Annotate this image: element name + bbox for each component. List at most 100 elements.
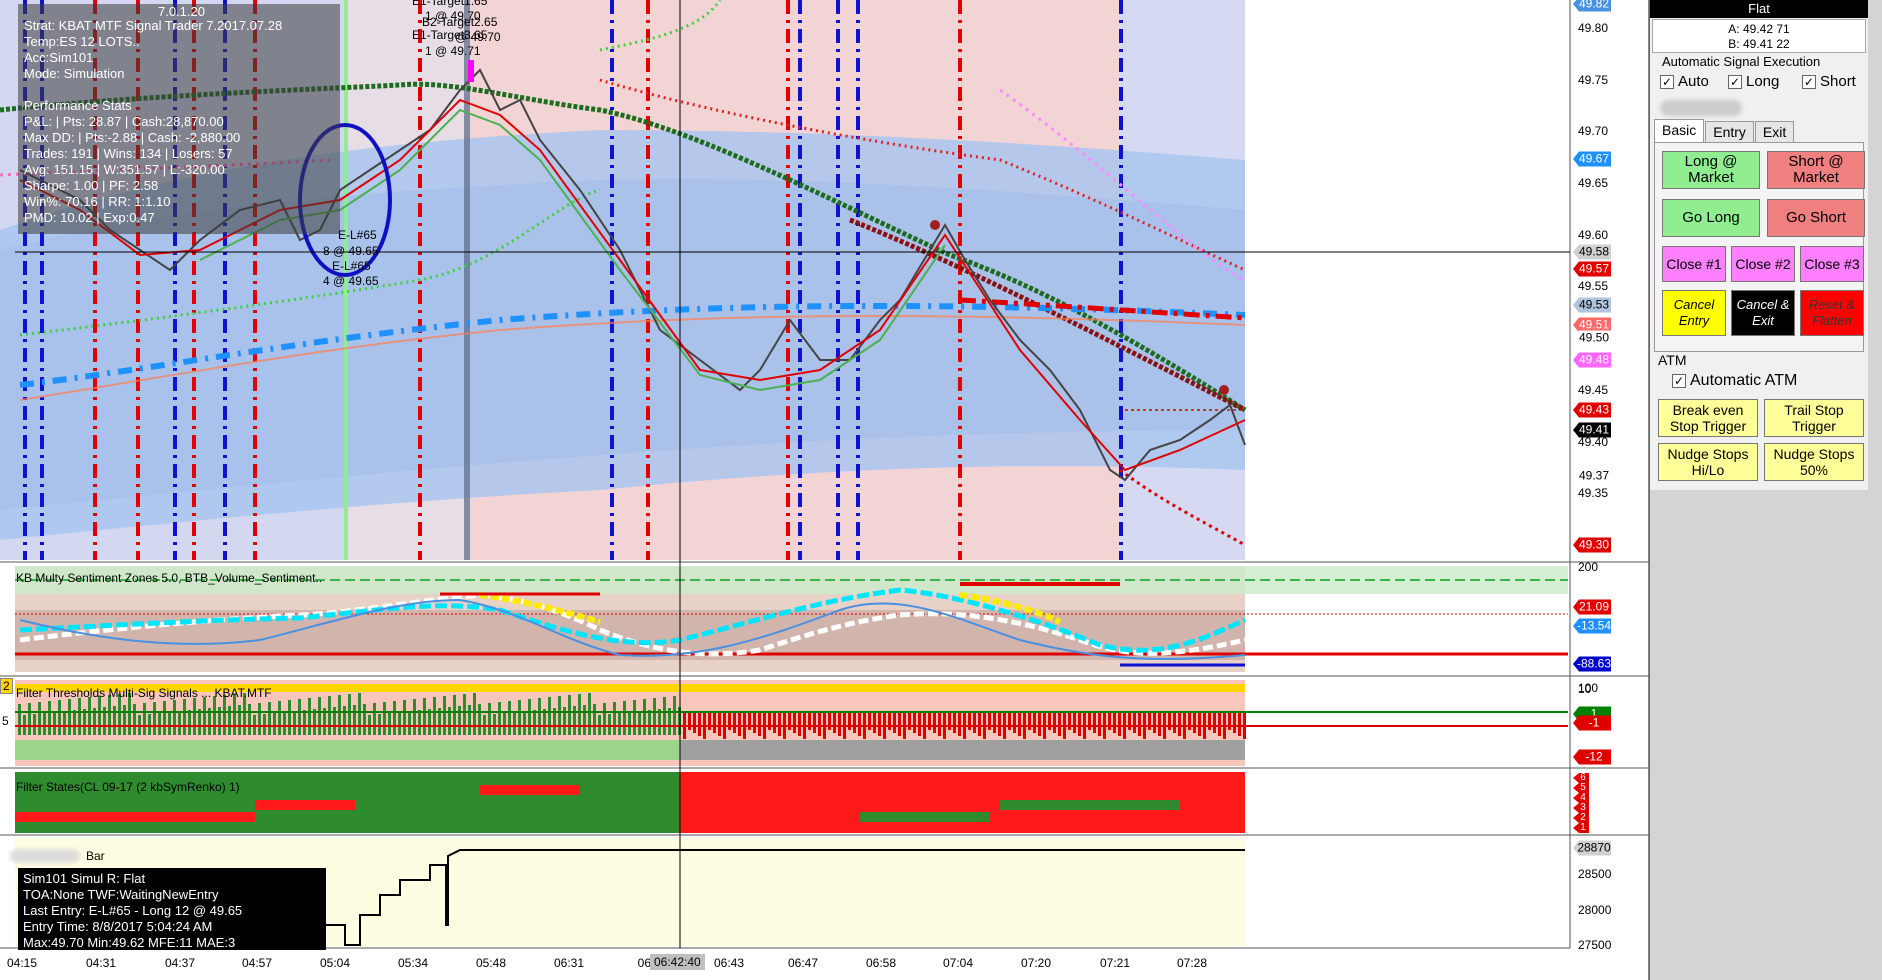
stats-line: Max DD: | Pts:-2.88 | Cash: -2,880.00 — [24, 130, 241, 145]
nudge-stops-hilo-button[interactable]: Nudge Stops Hi/Lo — [1658, 443, 1758, 481]
cancel-entry-button[interactable]: Cancel Entry — [1662, 290, 1726, 336]
stats-line: PMD: 10.02 | Exp:0.47 — [24, 210, 155, 225]
checkmark-icon: ✓ — [1672, 374, 1686, 388]
entry-annotation-1: E-L#65 — [338, 228, 377, 242]
stats-line: Trades: 191 | Wins: 134 | Losers: 57 — [24, 146, 233, 161]
price-tag: 49.37 — [1573, 468, 1611, 484]
close-2-button[interactable]: Close #2 — [1731, 246, 1795, 282]
x-axis-tick-label: 05:34 — [397, 956, 429, 970]
x-axis-tick-label: 04:31 — [85, 956, 117, 970]
position-status: Flat — [1650, 0, 1868, 18]
stats-line: Strat: KBAT MTF Signal Trader 7.2017.07.… — [24, 18, 283, 33]
checkmark-icon: ✓ — [1802, 74, 1816, 89]
long-checkbox[interactable]: ✓ Long — [1728, 73, 1779, 90]
redacted-label — [10, 849, 80, 863]
price-tag: 49.58 — [1573, 244, 1611, 260]
stats-line: Mode: Simulation — [24, 66, 125, 81]
account-line: Entry Time: 8/8/2017 5:04:24 AM — [23, 919, 213, 934]
pnl-axis-tick: 27500 — [1578, 938, 1612, 952]
price-tag: 49.82 — [1573, 0, 1611, 12]
filter-tag: -12 — [1573, 749, 1611, 765]
filter-axis-tick: 10 — [1578, 682, 1592, 696]
price-tag: 49.50 — [1573, 330, 1611, 346]
close-1-button[interactable]: Close #1 — [1662, 246, 1726, 282]
sentiment-pane-title: KB Multy Sentiment Zones 5.0, BTB_Volume… — [16, 571, 323, 585]
x-axis-tick-label: 07:21 — [1099, 956, 1131, 970]
entry-annotation-1-qty: 8 @ 49.65 — [323, 244, 379, 258]
checkmark-icon: ✓ — [1728, 74, 1742, 89]
control-panel-inner: Flat A: 49.42 71 B: 49.41 22 Automatic S… — [1650, 0, 1868, 490]
price-tag: 49.43 — [1573, 402, 1611, 418]
price-tag: 49.41 — [1573, 422, 1611, 438]
performance-stats-box: 7.0.1.20 Strat: KBAT MTF Signal Trader 7… — [18, 4, 340, 234]
price-axis-tick: 49.65 — [1578, 176, 1609, 190]
tab-basic[interactable]: Basic — [1654, 119, 1705, 142]
tab-entry[interactable]: Entry — [1705, 121, 1754, 142]
price-axis-tick: 49.55 — [1578, 279, 1609, 293]
go-short-button[interactable]: Go Short — [1767, 199, 1865, 237]
crosshair-time-label: 06:42:40 — [650, 954, 705, 970]
automatic-atm-checkbox[interactable]: ✓ Automatic ATM — [1672, 372, 1797, 390]
auto-checkbox[interactable]: ✓ Auto — [1660, 73, 1709, 90]
pnl-tag: 28870 — [1573, 840, 1611, 856]
x-axis-tick-label: 04:37 — [164, 956, 196, 970]
stats-line: Acc:Sim101 — [24, 50, 94, 65]
cancel-and-exit-button[interactable]: Cancel & Exit — [1731, 290, 1795, 336]
x-axis-tick-label: 06:58 — [865, 956, 897, 970]
trading-app: 7.0.1.20 Strat: KBAT MTF Signal Trader 7… — [0, 0, 1882, 980]
account-line: Max:49.70 Min:49.62 MFE:11 MAE:3 — [23, 935, 236, 950]
entry-annotation-2: E-L#65 — [332, 259, 371, 273]
filter-pane-title: Filter Thresholds Multi-Sig Signals ... … — [16, 686, 272, 700]
target-annotation-2: B2-Target2.65 — [422, 15, 498, 29]
redacted-label — [1660, 100, 1742, 116]
chart-area[interactable]: 7.0.1.20 Strat: KBAT MTF Signal Trader 7… — [0, 0, 1649, 980]
break-even-button[interactable]: Break even Stop Trigger — [1658, 399, 1758, 437]
trail-stop-button[interactable]: Trail Stop Trigger — [1764, 399, 1864, 437]
filter-tag: -1 — [1573, 715, 1611, 731]
reset-and-flatten-button[interactable]: Reset & Flatten — [1800, 290, 1864, 336]
price-tag: 49.53 — [1573, 297, 1611, 313]
price-axis-tick: 49.60 — [1578, 228, 1609, 242]
x-axis-tick-label: 07:28 — [1176, 956, 1208, 970]
account-line: Sim101 Simul R: Flat — [23, 871, 146, 886]
target-annotation-1: E1-Target1.65 — [412, 0, 488, 8]
pnl-axis-tick: 28500 — [1578, 867, 1612, 881]
control-panel: Flat A: 49.42 71 B: 49.41 22 Automatic S… — [1649, 0, 1882, 980]
pnl-pane-title: Bar — [86, 849, 105, 863]
x-axis-tick-label: 05:48 — [475, 956, 507, 970]
stats-line: Sharpe: 1.00 | PF: 2.58 — [24, 178, 159, 193]
go-long-button[interactable]: Go Long — [1662, 199, 1760, 237]
target-annotation-3-qty: 1 @ 49.71 — [425, 44, 481, 58]
x-axis-tick-label: 06:47 — [787, 956, 819, 970]
price-axis-tick: 49.80 — [1578, 21, 1609, 35]
price-axis-tick: 49.45 — [1578, 383, 1609, 397]
short-checkbox[interactable]: ✓ Short — [1802, 73, 1856, 90]
stats-line: Performance Stats — [24, 98, 132, 113]
price-axis-tick: 49.75 — [1578, 73, 1609, 87]
price-axis-tick: 49.35 — [1578, 486, 1609, 500]
long-at-market-button[interactable]: Long @ Market — [1662, 151, 1760, 189]
x-axis-tick-label: 04:57 — [241, 956, 273, 970]
x-axis-tick-label: 05:04 — [319, 956, 351, 970]
price-tag: 49.67 — [1573, 151, 1611, 167]
ask-price: A: 49.42 71 — [1728, 22, 1790, 36]
ase-title: Automatic Signal Execution — [1662, 54, 1821, 69]
tab-bar: Basic Entry Exit — [1654, 119, 1795, 142]
x-axis-tick-label: 06:31 — [553, 956, 585, 970]
checkmark-icon: ✓ — [1660, 74, 1674, 89]
short-at-market-button[interactable]: Short @ Market — [1767, 151, 1865, 189]
price-tag: 49.30 — [1573, 537, 1611, 553]
price-tag: 49.48 — [1573, 352, 1611, 368]
nudge-stops-50-button[interactable]: Nudge Stops 50% — [1764, 443, 1864, 481]
stats-line: P&L: | Pts: 28.87 | Cash:28,870.00 — [24, 114, 224, 129]
account-line: Last Entry: E-L#65 - Long 12 @ 49.65 — [23, 903, 243, 918]
close-3-button[interactable]: Close #3 — [1800, 246, 1864, 282]
filter-left-tick: 5 — [2, 714, 9, 728]
filter-states-pane-title: Filter States(CL 09-17 (2 kbSymRenko) 1) — [16, 780, 240, 794]
stats-line — [24, 82, 334, 98]
auto-label: Auto — [1678, 73, 1709, 90]
tab-exit[interactable]: Exit — [1754, 121, 1795, 142]
stats-line: Avg: 151.15 | W:351.57 | L:-320.00 — [24, 162, 225, 177]
sentiment-tag: -88.63 — [1573, 656, 1611, 672]
long-label: Long — [1746, 73, 1780, 90]
